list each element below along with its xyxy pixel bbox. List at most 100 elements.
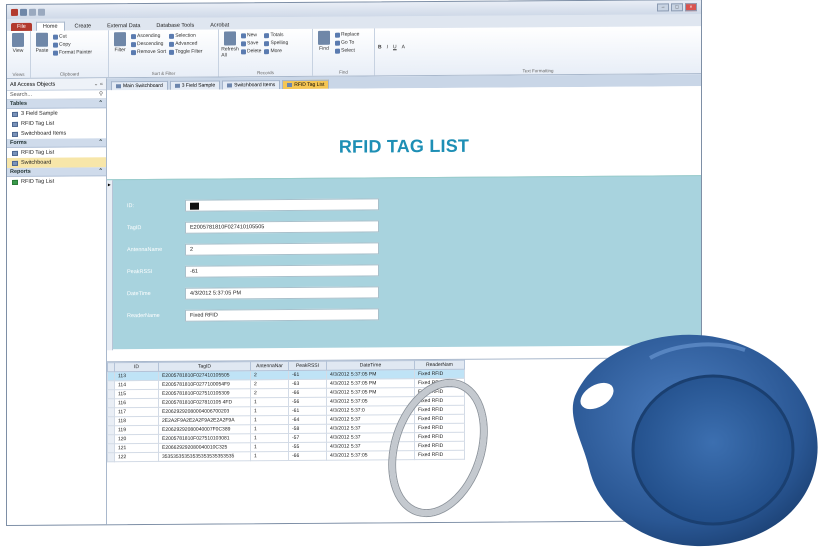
cell-peakrssi[interactable]: -66 xyxy=(288,451,327,461)
cell-antennaname[interactable]: 1 xyxy=(250,397,289,407)
paste-button[interactable]: Paste xyxy=(34,32,50,76)
row-selector[interactable] xyxy=(107,371,115,381)
replace-button[interactable]: Replace xyxy=(335,32,359,38)
row-selector[interactable] xyxy=(107,380,115,390)
cell-antennaname[interactable]: 1 xyxy=(250,415,289,425)
undo-icon[interactable] xyxy=(29,8,36,16)
datetime-field[interactable]: 4/3/2012 5:37:05 PM xyxy=(185,286,379,300)
go-to-button[interactable]: Go To xyxy=(335,40,359,46)
cell-id[interactable]: 114 xyxy=(114,380,159,390)
tab-file[interactable]: File xyxy=(11,22,32,31)
italic-button[interactable]: I xyxy=(387,44,388,50)
doc-tab-switchboard-items[interactable]: Switchboard Items xyxy=(222,80,281,90)
cell-peakrssi[interactable]: -61 xyxy=(288,370,327,380)
readername-field[interactable]: Fixed RFID xyxy=(185,308,379,322)
cell-peakrssi[interactable]: -64 xyxy=(288,415,327,425)
nav-item-form[interactable]: RFID Tag List xyxy=(7,147,106,158)
cell-id[interactable]: 119 xyxy=(114,425,159,435)
more-button[interactable]: More xyxy=(264,48,288,54)
row-selector[interactable] xyxy=(107,407,115,417)
bold-button[interactable]: B xyxy=(378,44,382,50)
select-button[interactable]: Select xyxy=(335,48,359,54)
view-button[interactable]: View xyxy=(10,32,26,76)
row-selector[interactable] xyxy=(107,389,115,399)
cell-antennaname[interactable]: 1 xyxy=(250,424,289,434)
cell-id[interactable]: 116 xyxy=(114,398,159,408)
cell-antennaname[interactable]: 1 xyxy=(250,406,289,416)
cell-antennaname[interactable]: 2 xyxy=(250,388,289,398)
cut-button[interactable]: Cut xyxy=(53,33,92,40)
cell-id[interactable]: 121 xyxy=(114,443,159,453)
refresh-all-button[interactable]: Refresh All xyxy=(221,31,239,74)
cell-antennaname[interactable]: 2 xyxy=(250,379,289,389)
tab-create[interactable]: Create xyxy=(69,22,98,30)
cell-peakrssi[interactable]: -57 xyxy=(288,433,327,443)
cell-readername[interactable]: Fixed RFID xyxy=(414,369,465,379)
cell-id[interactable]: 118 xyxy=(114,416,159,426)
cell-peakrssi[interactable]: -61 xyxy=(288,406,327,416)
cell-id[interactable]: 117 xyxy=(114,407,159,417)
nav-item-form[interactable]: Switchboard xyxy=(7,157,106,168)
row-selector[interactable] xyxy=(107,416,115,426)
id-field[interactable] xyxy=(185,198,379,212)
save-icon[interactable] xyxy=(20,8,27,16)
selection-button[interactable]: Selection xyxy=(169,33,202,39)
row-selector[interactable] xyxy=(107,425,115,435)
cell-peakrssi[interactable]: -55 xyxy=(288,442,327,452)
cell-peakrssi[interactable]: -66 xyxy=(288,388,327,398)
nav-item-table[interactable]: Switchboard Items xyxy=(7,128,106,139)
cell-antennaname[interactable]: 1 xyxy=(250,442,289,452)
cell-peakrssi[interactable]: -58 xyxy=(288,424,327,434)
row-selector[interactable] xyxy=(107,398,115,408)
doc-tab-rfid-tag-list[interactable]: RFID Tag List xyxy=(282,79,330,90)
toggle-filter-button[interactable]: Toggle Filter xyxy=(169,49,202,55)
select-all-cell[interactable] xyxy=(107,362,115,372)
nav-header[interactable]: All Access Objects ⌄ « xyxy=(7,78,106,91)
chevron-down-icon[interactable]: ⌄ « xyxy=(94,81,103,87)
peakrssi-field[interactable]: -61 xyxy=(185,264,379,278)
nav-item-table[interactable]: 3 Field Sample xyxy=(7,108,106,119)
column-header-id[interactable]: ID xyxy=(114,362,159,372)
remove-sort-button[interactable]: Remove Sort xyxy=(131,49,166,55)
tab-acrobat[interactable]: Acrobat xyxy=(204,21,235,29)
close-button[interactable]: × xyxy=(685,3,697,12)
font-color-button[interactable]: A xyxy=(402,44,405,50)
column-header-antennaname[interactable]: AntennaNar xyxy=(250,361,289,371)
doc-tab-3-field-sample[interactable]: 3 Field Sample xyxy=(169,80,221,90)
cell-antennaname[interactable]: 1 xyxy=(250,433,289,443)
descending-button[interactable]: Descending xyxy=(131,41,166,47)
copy-button[interactable]: Copy xyxy=(53,41,92,48)
cell-tagid[interactable]: 35353535353535353535353535 xyxy=(158,451,251,462)
cell-id[interactable]: 115 xyxy=(114,389,159,399)
cell-id[interactable]: 120 xyxy=(114,434,159,444)
antennaname-field[interactable]: 2 xyxy=(185,242,379,256)
format-painter-button[interactable]: Format Painter xyxy=(53,49,92,56)
tab-home[interactable]: Home xyxy=(35,21,65,31)
totals-button[interactable]: Totals xyxy=(264,32,288,38)
record-selector[interactable]: ▸ xyxy=(107,180,113,351)
nav-item-table[interactable]: RFID Tag List xyxy=(7,118,106,129)
column-header-peakrssi[interactable]: PeakRSSI xyxy=(288,361,327,371)
maximize-button[interactable]: □ xyxy=(671,3,683,12)
cell-peakrssi[interactable]: -56 xyxy=(288,397,327,407)
cell-id[interactable]: 113 xyxy=(114,371,159,381)
row-selector[interactable] xyxy=(107,434,115,444)
row-selector[interactable] xyxy=(107,443,115,453)
redo-icon[interactable] xyxy=(38,8,45,16)
nav-item-report[interactable]: RFID Tag List xyxy=(7,176,106,187)
cell-antennaname[interactable]: 2 xyxy=(250,370,289,380)
save-record-button[interactable]: Save xyxy=(241,40,261,46)
cell-id[interactable]: 122 xyxy=(114,452,159,462)
row-selector[interactable] xyxy=(107,452,115,462)
delete-record-button[interactable]: Delete xyxy=(241,48,261,54)
underline-button[interactable]: U xyxy=(393,44,397,50)
doc-tab-main-switchboard[interactable]: Main Switchboard xyxy=(111,80,168,91)
tagid-field[interactable]: E2005781810F027410105505 xyxy=(185,220,379,234)
advanced-button[interactable]: Advanced xyxy=(169,41,202,47)
column-header-readername[interactable]: ReaderNam xyxy=(414,360,465,370)
new-record-button[interactable]: New xyxy=(241,32,261,38)
minimize-button[interactable]: – xyxy=(657,3,669,12)
cell-antennaname[interactable]: 1 xyxy=(250,451,289,461)
ascending-button[interactable]: Ascending xyxy=(131,33,166,39)
find-button[interactable]: Find xyxy=(316,30,332,74)
